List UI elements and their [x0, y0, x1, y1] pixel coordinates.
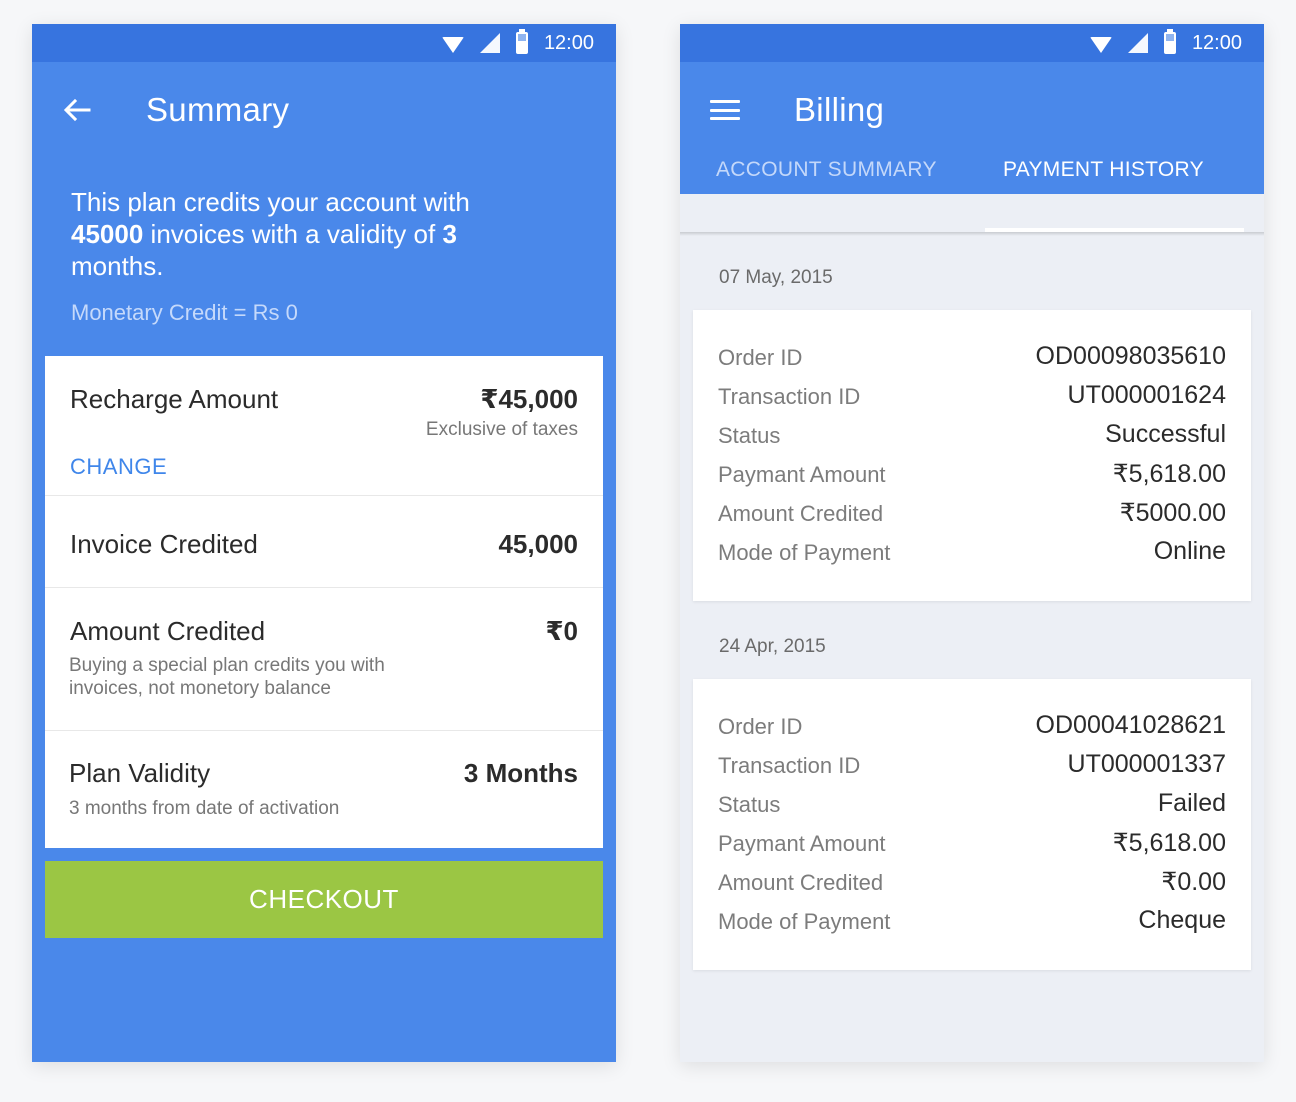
recharge-note: Exclusive of taxes [425, 419, 578, 440]
page-title: Summary [146, 91, 290, 128]
invoice-label: Invoice Credited [70, 529, 258, 559]
amount-credited-value: ₹5000.00 [1119, 499, 1226, 527]
battery-icon [515, 29, 528, 54]
summary-card: Recharge Amount ₹45,000 Exclusive of tax… [45, 356, 603, 848]
payment-mode-label: Mode of Payment [718, 909, 891, 934]
invoice-row: Invoice Credited 45,000 [45, 496, 603, 588]
amount-credited-label: Amount Credited [718, 501, 884, 526]
recharge-row: Recharge Amount ₹45,000 Exclusive of tax… [45, 356, 603, 496]
recharge-value: ₹45,000 [480, 384, 578, 414]
payment-amount-row: Paymant Amount ₹5,618.00 [693, 825, 1251, 864]
payment-card[interactable]: Order ID OD00098035610 Transaction ID UT… [693, 310, 1251, 601]
back-arrow-icon [63, 98, 91, 122]
billing-header: 12:00 Billing ACCOUNT SUMMARY PAYMENT HI… [680, 24, 1264, 194]
tab-account-summary[interactable]: ACCOUNT SUMMARY [716, 158, 937, 182]
payment-mode-value: Cheque [1138, 906, 1226, 934]
wifi-icon [1089, 37, 1112, 53]
order-id-value: OD00041028621 [1035, 711, 1226, 739]
monetary-credit: Monetary Credit = Rs 0 [71, 300, 298, 325]
amount-value: ₹0 [545, 616, 578, 646]
header-shadow [680, 232, 1264, 236]
transaction-id-value: UT000001624 [1067, 381, 1226, 409]
status-bar: 12:00 [680, 24, 1264, 62]
status-time: 12:00 [1191, 31, 1242, 54]
payment-date: 07 May, 2015 [719, 267, 833, 288]
menu-button[interactable] [680, 100, 770, 120]
amount-label: Amount Credited [70, 616, 266, 646]
amount-note-2: invoices, not monetory balance [69, 678, 331, 699]
payment-amount-value: ₹5,618.00 [1112, 460, 1226, 488]
payment-amount-label: Paymant Amount [718, 831, 886, 856]
transaction-id-label: Transaction ID [718, 384, 861, 409]
payment-mode-row: Mode of Payment Cheque [693, 903, 1251, 942]
validity-label: Plan Validity [69, 758, 211, 788]
summary-screen: 12:00 Summary This plan credits your acc… [32, 24, 616, 1062]
amount-row: Amount Credited ₹0 Buying a special plan… [45, 588, 603, 731]
order-id-row: Order ID OD00098035610 [693, 339, 1251, 378]
checkout-button[interactable]: CHECKOUT [45, 861, 603, 938]
recharge-label: Recharge Amount [70, 384, 279, 414]
app-bar: Billing [680, 62, 1264, 158]
transaction-id-row: Transaction ID UT000001337 [693, 747, 1251, 786]
status-label: Status [718, 423, 781, 448]
battery-icon [1163, 29, 1176, 54]
invoice-count: 45000 [71, 219, 144, 249]
payment-mode-label: Mode of Payment [718, 540, 891, 565]
status-value: Failed [1157, 789, 1226, 817]
page-title: Billing [794, 91, 885, 128]
tab-payment-history[interactable]: PAYMENT HISTORY [1003, 158, 1204, 182]
validity-note: 3 months from date of activation [69, 798, 340, 819]
order-id-value: OD00098035610 [1035, 342, 1226, 370]
amount-credited-label: Amount Credited [718, 870, 884, 895]
status-bar: 12:00 [32, 24, 616, 62]
order-id-row: Order ID OD00041028621 [693, 708, 1251, 747]
status-row: Status Failed [693, 786, 1251, 825]
invoice-value: 45,000 [498, 529, 578, 559]
signal-icon [479, 33, 500, 53]
payment-amount-label: Paymant Amount [718, 462, 886, 487]
status-time: 12:00 [543, 31, 594, 54]
payment-date: 24 Apr, 2015 [719, 636, 826, 657]
billing-screen: 12:00 Billing ACCOUNT SUMMARY PAYMENT HI… [680, 24, 1264, 1062]
order-id-label: Order ID [718, 345, 803, 370]
transaction-id-row: Transaction ID UT000001624 [693, 378, 1251, 417]
app-bar: Summary [32, 62, 616, 158]
payment-amount-row: Paymant Amount ₹5,618.00 [693, 456, 1251, 495]
signal-icon [1127, 33, 1148, 53]
change-button[interactable]: CHANGE [70, 454, 167, 480]
back-button[interactable] [32, 98, 122, 122]
payment-mode-value: Online [1153, 537, 1226, 565]
menu-icon [710, 100, 740, 120]
tab-bar: ACCOUNT SUMMARY PAYMENT HISTORY [680, 158, 1264, 194]
validity-value: 3 Months [463, 758, 578, 788]
status-label: Status [718, 792, 781, 817]
validity-row: Plan Validity 3 Months 3 months from dat… [45, 731, 603, 848]
payment-card[interactable]: Order ID OD00041028621 Transaction ID UT… [693, 679, 1251, 970]
plan-description: This plan credits your account with 4500… [71, 187, 470, 281]
amount-note-1: Buying a special plan credits you with [69, 655, 385, 676]
status-value: Successful [1105, 420, 1226, 448]
payment-amount-value: ₹5,618.00 [1112, 829, 1226, 857]
transaction-id-label: Transaction ID [718, 753, 861, 778]
wifi-icon [441, 37, 464, 53]
payment-mode-row: Mode of Payment Online [693, 534, 1251, 573]
order-id-label: Order ID [718, 714, 803, 739]
amount-credited-row: Amount Credited ₹0.00 [693, 864, 1251, 903]
validity-count: 3 [442, 219, 457, 249]
transaction-id-value: UT000001337 [1067, 750, 1226, 778]
amount-credited-value: ₹0.00 [1161, 868, 1226, 896]
amount-credited-row: Amount Credited ₹5000.00 [693, 495, 1251, 534]
status-row: Status Successful [693, 417, 1251, 456]
